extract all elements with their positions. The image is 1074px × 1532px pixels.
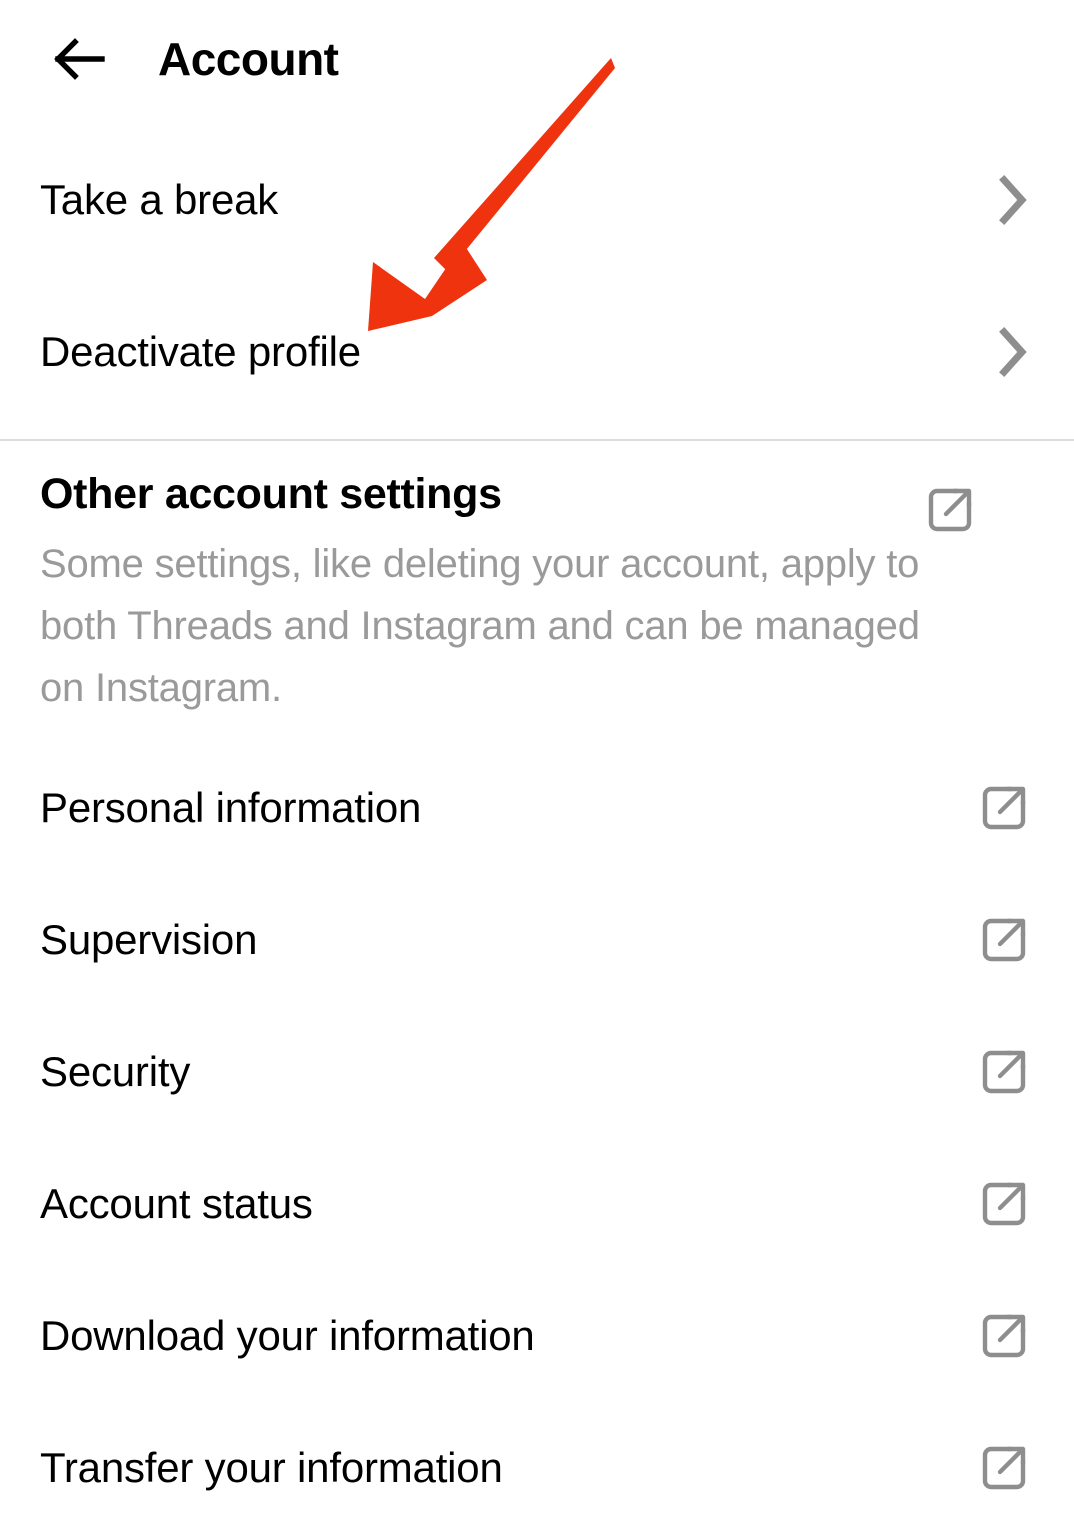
- list-item-label: Deactivate profile: [40, 327, 361, 375]
- external-link-icon[interactable]: [978, 1046, 1030, 1098]
- list-item-take-a-break[interactable]: Take a break: [0, 134, 1074, 266]
- section-description: Some settings, like deleting your accoun…: [40, 542, 920, 711]
- external-link-icon[interactable]: [978, 1178, 1030, 1230]
- row-accessory: [974, 782, 1030, 834]
- external-link-icon[interactable]: [924, 484, 976, 536]
- chevron-right-icon[interactable]: [996, 174, 1030, 226]
- page-title: Account: [158, 33, 339, 85]
- external-link-icon[interactable]: [978, 1310, 1030, 1362]
- section-other-account-settings[interactable]: Other account settings Some settings, li…: [0, 470, 1074, 719]
- section-divider: [0, 439, 1074, 441]
- row-accessory: [974, 326, 1030, 378]
- list-item-label: Account status: [40, 1179, 313, 1227]
- row-accessory: [974, 174, 1030, 226]
- section-accessory: [920, 470, 976, 536]
- list-item-label: Download your information: [40, 1311, 535, 1359]
- screen-header: Account: [0, 0, 1074, 118]
- external-link-icon[interactable]: [978, 782, 1030, 834]
- list-item-transfer-your-information[interactable]: Transfer your information: [0, 1402, 1074, 1532]
- list-item-security[interactable]: Security: [0, 1006, 1074, 1138]
- list-item-supervision[interactable]: Supervision: [0, 874, 1074, 1006]
- external-link-icon[interactable]: [978, 914, 1030, 966]
- list-item-personal-information[interactable]: Personal information: [0, 742, 1074, 874]
- list-item-label: Supervision: [40, 915, 258, 963]
- list-item-account-status[interactable]: Account status: [0, 1138, 1074, 1270]
- section-title: Other account settings: [40, 470, 502, 518]
- list-item-label: Take a break: [40, 175, 279, 223]
- back-arrow-icon[interactable]: [48, 27, 112, 91]
- row-accessory: [974, 1178, 1030, 1230]
- list-item-download-your-information[interactable]: Download your information: [0, 1270, 1074, 1402]
- external-link-icon[interactable]: [978, 1442, 1030, 1494]
- list-item-label: Transfer your information: [40, 1443, 503, 1491]
- row-accessory: [974, 1442, 1030, 1494]
- row-accessory: [974, 914, 1030, 966]
- row-accessory: [974, 1046, 1030, 1098]
- list-item-label: Security: [40, 1047, 191, 1095]
- section-text: Other account settings Some settings, li…: [40, 470, 920, 719]
- chevron-right-icon[interactable]: [996, 326, 1030, 378]
- list-item-deactivate-profile[interactable]: Deactivate profile: [0, 286, 1074, 418]
- row-accessory: [974, 1310, 1030, 1362]
- account-settings-screen: Account Take a break Deactivate profile …: [0, 0, 1074, 1532]
- list-item-label: Personal information: [40, 783, 422, 831]
